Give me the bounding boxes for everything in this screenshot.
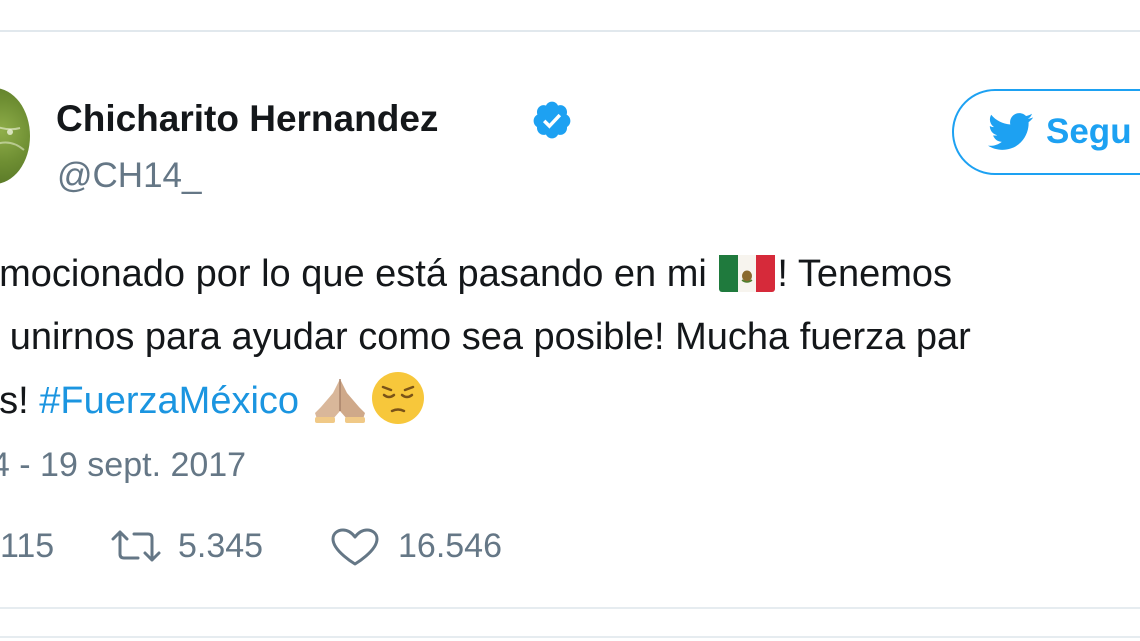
follow-button[interactable]: Segu — [952, 89, 1140, 175]
top-divider — [0, 30, 1140, 32]
author-handle[interactable]: @CH14_ — [57, 154, 201, 198]
retweet-icon — [111, 530, 161, 562]
verified-badge-icon — [533, 101, 571, 139]
folded-hands-icon — [311, 373, 369, 423]
twitter-bird-icon — [988, 113, 1034, 150]
next-divider — [0, 636, 1140, 638]
pensive-face-icon — [369, 369, 427, 427]
tweet-card: Chicharito Hernandez @CH14_ Segu nmocion… — [0, 0, 1140, 641]
reply-button[interactable]: 115 — [0, 524, 80, 568]
tweet-text-segment: ! Tenemos — [777, 253, 953, 295]
tweet-text-segment: os! — [0, 380, 29, 422]
author-name[interactable]: Chicharito Hernandez — [56, 96, 438, 142]
avatar[interactable] — [0, 88, 30, 184]
reply-count: 115 — [0, 527, 55, 565]
tweet-text-segment: nmocionado por lo que está pasando en mi — [0, 253, 707, 295]
tweet-timestamp[interactable]: 44 - 19 sept. 2017 — [0, 443, 246, 487]
hashtag-link[interactable]: #FuerzaMéxico — [39, 380, 299, 422]
retweet-button[interactable]: 5.345 — [110, 524, 290, 568]
like-button[interactable]: 16.546 — [330, 524, 530, 568]
retweet-count: 5.345 — [178, 527, 264, 565]
follow-button-label: Segu — [1046, 112, 1132, 151]
tweet-text-line-3: os! #FuerzaMéxico — [0, 369, 971, 432]
heart-icon — [331, 528, 379, 566]
tweet-text-line-2: e unirnos para ayudar como sea posible! … — [0, 316, 971, 358]
avatar-image — [0, 126, 25, 151]
mexico-flag-icon — [719, 252, 776, 292]
like-count: 16.546 — [398, 527, 502, 565]
tweet-text-line-1: nmocionado por lo que está pasando en mi… — [0, 243, 971, 306]
tweet-text: nmocionado por lo que está pasando en mi… — [0, 243, 971, 432]
